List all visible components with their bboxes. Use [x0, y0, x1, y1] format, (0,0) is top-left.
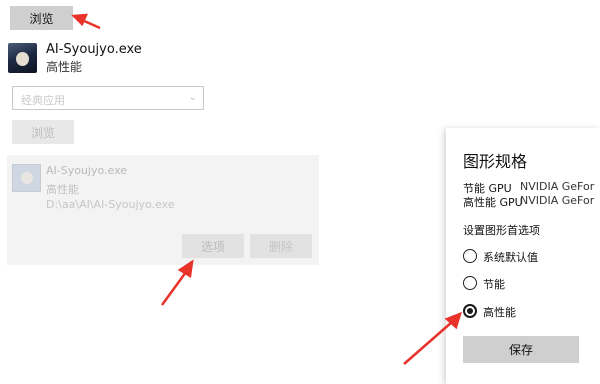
arrow-to-browse — [71, 13, 101, 30]
arrow-to-high-performance — [403, 311, 462, 365]
arrow-to-options — [160, 259, 194, 306]
annotation-arrows — [71, 13, 462, 365]
